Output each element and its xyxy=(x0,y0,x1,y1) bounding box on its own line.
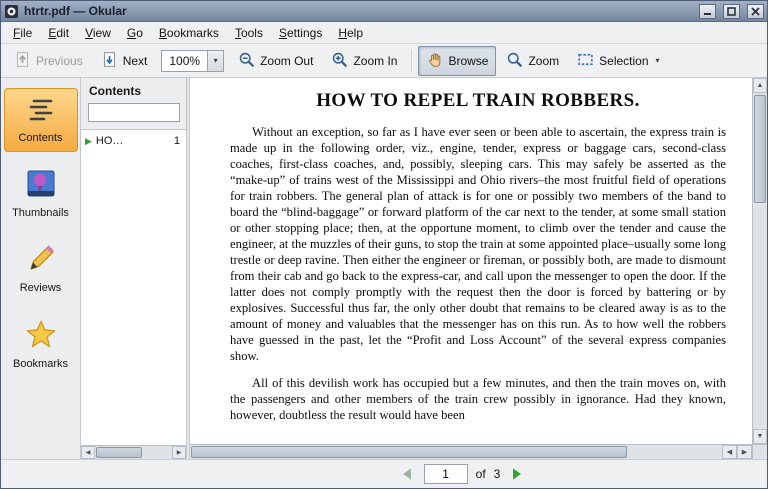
chevron-down-icon[interactable]: ▾ xyxy=(207,51,223,71)
zoom-combobox[interactable]: 100% ▾ xyxy=(161,50,224,72)
star-bookmark-icon xyxy=(26,320,56,353)
previous-page-button[interactable]: Previous xyxy=(6,46,91,76)
thumbnails-image-icon xyxy=(27,170,55,202)
next-page-label: Next xyxy=(123,54,148,68)
zoom-out-button[interactable]: Zoom Out xyxy=(230,46,321,76)
sidebar-contents-label: Contents xyxy=(18,132,62,144)
sidebar-item-bookmarks[interactable]: Bookmarks xyxy=(4,312,78,378)
sidebar-thumbnails-label: Thumbnails xyxy=(12,207,69,219)
close-button[interactable] xyxy=(747,4,764,19)
menu-view[interactable]: View xyxy=(77,23,119,43)
magnifier-icon xyxy=(506,51,523,71)
window-title: htrtr.pdf — Okular xyxy=(24,4,692,18)
previous-page-arrow-button[interactable] xyxy=(398,466,416,482)
menubar: File Edit View Go Bookmarks Tools Settin… xyxy=(1,22,767,44)
next-page-arrow-button[interactable] xyxy=(508,466,526,482)
pencil-icon xyxy=(27,245,55,277)
contents-list-icon xyxy=(27,96,55,127)
selection-dropdown-icon[interactable]: ▾ xyxy=(656,56,660,65)
vertical-scroll-track[interactable] xyxy=(753,93,767,429)
menu-settings[interactable]: Settings xyxy=(271,23,330,43)
sidebar-item-contents[interactable]: Contents xyxy=(4,88,78,152)
horizontal-scroll-thumb[interactable] xyxy=(191,446,627,458)
contents-filter-input[interactable] xyxy=(88,103,180,122)
current-page-input[interactable] xyxy=(424,464,468,484)
menu-help[interactable]: Help xyxy=(330,23,371,43)
selection-tool-button[interactable]: Selection ▾ xyxy=(569,46,667,76)
zoom-in-icon xyxy=(331,51,348,71)
sidebar-item-thumbnails[interactable]: Thumbnails xyxy=(4,162,78,227)
contents-scroll-track[interactable] xyxy=(95,446,172,459)
vertical-scrollbar[interactable]: ▲ ▼ xyxy=(752,78,767,444)
zoom-in-label: Zoom In xyxy=(353,54,397,68)
next-page-icon xyxy=(101,51,118,71)
page-navigation-bar: of 3 xyxy=(1,459,767,488)
document-title: HOW TO REPEL TRAIN ROBBERS. xyxy=(230,90,726,112)
tree-item-page-number: 1 xyxy=(174,135,182,147)
minimize-button[interactable] xyxy=(699,4,716,19)
total-pages: 3 xyxy=(494,467,501,481)
horizontal-scrollbar[interactable]: ◀ ▶ xyxy=(190,444,752,459)
vertical-scroll-thumb[interactable] xyxy=(754,95,766,203)
hand-browse-icon xyxy=(426,51,443,71)
of-label: of xyxy=(476,467,486,481)
zoom-combobox-value: 100% xyxy=(162,54,207,68)
tree-expand-icon[interactable]: ▶ xyxy=(85,136,92,147)
menu-go[interactable]: Go xyxy=(119,23,151,43)
scroll-right-icon[interactable]: ▶ xyxy=(172,446,186,459)
contents-tree-item[interactable]: ▶ HO… 1 xyxy=(85,135,182,147)
tree-item-label: HO… xyxy=(96,135,124,147)
document-paragraph: Without an exception, so far as I have e… xyxy=(230,125,726,365)
scroll-left-icon[interactable]: ◀ xyxy=(81,446,95,459)
sidebar-item-reviews[interactable]: Reviews xyxy=(4,237,78,302)
pdf-page: HOW TO REPEL TRAIN ROBBERS. Without an e… xyxy=(190,78,752,444)
main-body: Contents Thumbnails Reviews Bookmarks xyxy=(1,78,767,459)
scroll-left-icon[interactable]: ◀ xyxy=(722,445,737,459)
sidebar-bookmarks-label: Bookmarks xyxy=(13,358,68,370)
menu-edit[interactable]: Edit xyxy=(40,23,77,43)
previous-page-label: Previous xyxy=(36,54,83,68)
contents-panel: Contents ▶ HO… 1 ◀ ▶ xyxy=(81,78,187,459)
document-paragraph: All of this devilish work has occupied b… xyxy=(230,376,726,424)
zoom-in-button[interactable]: Zoom In xyxy=(323,46,405,76)
menu-file[interactable]: File xyxy=(5,23,40,43)
okular-window: htrtr.pdf — Okular File Edit View Go Boo… xyxy=(0,0,768,489)
scroll-down-icon[interactable]: ▼ xyxy=(753,429,767,444)
contents-scroll-thumb[interactable] xyxy=(96,447,142,458)
toolbar-separator xyxy=(411,50,412,72)
selection-tool-label: Selection xyxy=(599,54,648,68)
maximize-button[interactable] xyxy=(723,4,740,19)
contents-horizontal-scrollbar[interactable]: ◀ ▶ xyxy=(81,445,186,459)
zoom-out-icon xyxy=(238,51,255,71)
selection-rect-icon xyxy=(577,51,594,71)
horizontal-scroll-track[interactable] xyxy=(190,445,722,459)
browse-tool-label: Browse xyxy=(448,54,488,68)
navigation-sidebar: Contents Thumbnails Reviews Bookmarks xyxy=(1,78,81,459)
titlebar[interactable]: htrtr.pdf — Okular xyxy=(1,1,767,22)
previous-page-icon xyxy=(14,51,31,71)
zoom-tool-label: Zoom xyxy=(528,54,559,68)
browse-tool-button[interactable]: Browse xyxy=(418,46,496,76)
scrollbar-corner xyxy=(752,444,767,459)
scroll-right-icon[interactable]: ▶ xyxy=(737,445,752,459)
contents-panel-title: Contents xyxy=(81,78,186,103)
menu-bookmarks[interactable]: Bookmarks xyxy=(151,23,227,43)
document-view[interactable]: HOW TO REPEL TRAIN ROBBERS. Without an e… xyxy=(190,78,767,459)
okular-app-icon xyxy=(4,4,19,19)
next-page-button[interactable]: Next xyxy=(93,46,156,76)
toolbar: Previous Next 100% ▾ Zoom Out Zoom In xyxy=(1,44,767,78)
menu-tools[interactable]: Tools xyxy=(227,23,271,43)
sidebar-reviews-label: Reviews xyxy=(20,282,62,294)
scroll-up-icon[interactable]: ▲ xyxy=(753,78,767,93)
contents-tree: ▶ HO… 1 xyxy=(81,129,186,445)
zoom-out-label: Zoom Out xyxy=(260,54,313,68)
zoom-tool-button[interactable]: Zoom xyxy=(498,46,567,76)
